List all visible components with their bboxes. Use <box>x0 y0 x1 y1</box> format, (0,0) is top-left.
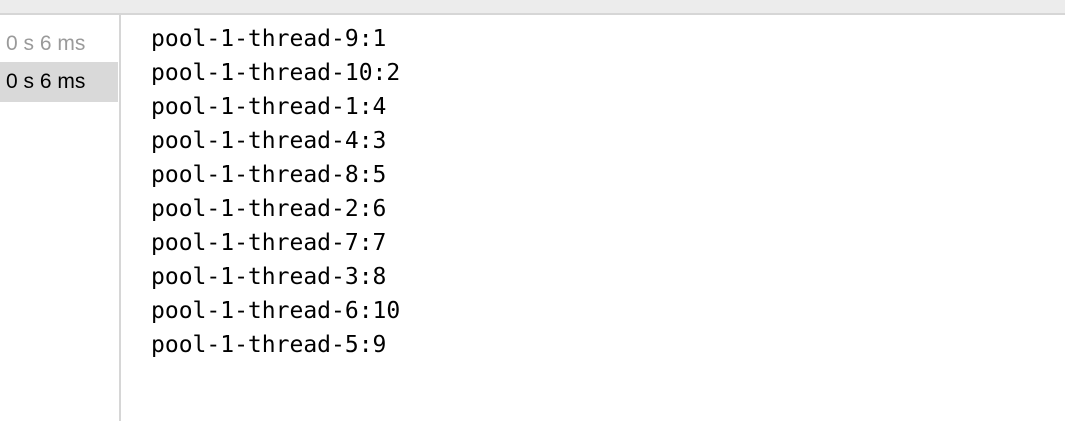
test-duration-selected[interactable]: 0 s 6 ms <box>0 62 118 102</box>
console-line: pool-1-thread-1:4 <box>151 94 387 120</box>
console-output: pool-1-thread-9:1 pool-1-thread-10:2 poo… <box>151 22 1051 362</box>
console-line: pool-1-thread-3:8 <box>151 264 387 290</box>
console-line: pool-1-thread-9:1 <box>151 26 387 52</box>
console-line: pool-1-thread-7:7 <box>151 230 387 256</box>
test-duration-column: 0 s 6 ms 0 s 6 ms <box>0 26 118 102</box>
console-line: pool-1-thread-8:5 <box>151 162 387 188</box>
console-line: pool-1-thread-6:10 <box>151 298 401 324</box>
pane-divider[interactable] <box>119 15 121 421</box>
console-line: pool-1-thread-2:6 <box>151 196 387 222</box>
toolbar-strip <box>0 0 1065 15</box>
console-line: pool-1-thread-10:2 <box>151 60 401 86</box>
test-duration[interactable]: 0 s 6 ms <box>0 26 118 61</box>
console-line: pool-1-thread-5:9 <box>151 332 387 358</box>
console-line: pool-1-thread-4:3 <box>151 128 387 154</box>
